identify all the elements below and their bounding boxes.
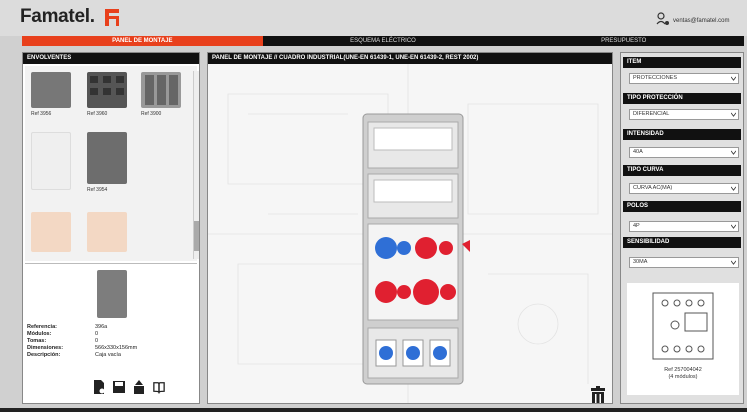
chevron-down-icon (731, 186, 736, 191)
chevron-down-icon (731, 224, 736, 229)
enclosure-item[interactable] (31, 212, 79, 252)
select-item[interactable]: PROTECCIONES (629, 73, 739, 84)
detail-value: 396a (95, 324, 108, 330)
enclosure-item[interactable]: Ref 3900 (141, 72, 189, 117)
tab-presupuesto[interactable]: PRESUPUESTO (503, 36, 745, 46)
detail-value: 0 (95, 338, 99, 344)
enclosure-label: Ref 3956 (31, 111, 52, 117)
select-value: DIFERENCIAL (633, 111, 670, 117)
montaje-title: PANEL DE MONTAJE // CUADRO INDUSTRIAL(UN… (208, 53, 612, 64)
detail-key: Referencia: (27, 324, 57, 330)
book-icon[interactable] (153, 380, 165, 394)
preview-modules: (4 módulos) (668, 374, 698, 380)
enclosure-sockets-graphic (90, 76, 124, 95)
enclosure-detail-image (97, 270, 127, 318)
enclosure-item[interactable] (31, 132, 79, 190)
field-label-tipo-proteccion: TIPO PROTECCIÓN (623, 93, 741, 104)
envolventes-panel: ENVOLVENTES Ref 3956 Ref 3960 Ref 3900 R… (22, 52, 200, 404)
enclosure-label: Ref 3954 (87, 187, 108, 193)
product-preview[interactable]: Ref 257004042 (4 módulos) (627, 283, 739, 395)
enclosure-image (141, 72, 181, 108)
breaker-preview-graphic (652, 292, 714, 360)
select-polos[interactable]: 4P (629, 221, 739, 232)
detail-value: Caja vacía (95, 352, 121, 358)
enclosure-detail: Referencia: 396a Módulos: 0 Tomas: 0 Dimens… (25, 263, 197, 401)
brand-logo[interactable]: Famatel. (20, 6, 95, 28)
enclosure-image (87, 132, 127, 184)
options-panel: ITEM PROTECCIONES TIPO PROTECCIÓN DIFERE… (620, 52, 744, 404)
select-value: CURVA AC(MA) (633, 185, 673, 191)
montaje-panel: PANEL DE MONTAJE // CUADRO INDUSTRIAL(UN… (207, 52, 613, 404)
preview-reference: Ref 257004042 (664, 367, 702, 373)
select-value: 40A (633, 149, 643, 155)
select-tipo-proteccion[interactable]: DIFERENCIAL (629, 109, 739, 120)
montaje-canvas[interactable] (208, 64, 612, 403)
field-label-sensibilidad: SENSIBILIDAD (623, 237, 741, 248)
user-email[interactable]: ventas@famatel.com (673, 18, 729, 24)
brand-mark-icon (105, 9, 119, 26)
preview-caption: Ref 257004042 (4 módulos) (627, 367, 739, 381)
select-sensibilidad[interactable]: 30mA (629, 257, 739, 268)
field-label-polos: POLOS (623, 201, 741, 212)
field-label-intensidad: INTENSIDAD (623, 129, 741, 140)
chevron-down-icon (731, 76, 736, 81)
chevron-down-icon (731, 150, 736, 155)
select-value: 30mA (633, 259, 648, 265)
upload-icon[interactable] (133, 380, 145, 394)
document-add-icon[interactable] (93, 380, 105, 394)
enclosure-label: Ref 3960 (87, 111, 108, 117)
select-intensidad[interactable]: 40A (629, 147, 739, 158)
field-label-item: ITEM (623, 57, 741, 68)
header: Famatel. ventas@famatel.com (0, 0, 747, 36)
detail-value: 0 (95, 331, 99, 337)
blueprint-background (208, 64, 612, 403)
enclosure-item[interactable]: Ref 3960 (87, 72, 135, 117)
field-label-tipo-curva: TIPO CURVA (623, 165, 741, 176)
enclosure-label: Ref 3900 (141, 111, 162, 117)
enclosure-scrollbar[interactable] (193, 71, 199, 259)
main-tabs: PANEL DE MONTAJE ESQUEMA ELÉCTRICO PRESU… (22, 36, 745, 46)
select-tipo-curva[interactable]: CURVA AC(MA) (629, 183, 739, 194)
enclosure-assembly (362, 113, 470, 385)
envolventes-title: ENVOLVENTES (23, 53, 199, 64)
detail-key: Dimensiones: (27, 345, 64, 351)
chevron-down-icon (731, 260, 736, 265)
enclosure-grid: Ref 3956 Ref 3960 Ref 3900 Ref 3954 (25, 66, 197, 261)
enclosure-image (31, 212, 71, 252)
detail-key: Tomas: (27, 338, 47, 344)
enclosure-item[interactable]: Ref 3956 (31, 72, 79, 117)
select-value: 4P (633, 223, 640, 229)
enclosure-image (31, 132, 71, 190)
detail-key: Módulos: (27, 331, 52, 337)
enclosure-image (87, 212, 127, 252)
detail-key: Descripción: (27, 352, 61, 358)
chevron-down-icon (731, 112, 736, 117)
enclosure-columns-graphic (145, 75, 178, 105)
enclosure-detail-rows: Referencia: 396a Módulos: 0 Tomas: 0 Dimens… (27, 324, 137, 359)
scrollbar-thumb[interactable] (194, 221, 199, 251)
enclosure-image (31, 72, 71, 108)
detail-actions (93, 380, 165, 394)
tab-esquema-electrico[interactable]: ESQUEMA ELÉCTRICO (262, 36, 504, 46)
footer-bar (0, 408, 747, 412)
detail-value: 566x330x156mm (95, 345, 138, 351)
user-icon[interactable] (656, 12, 670, 26)
trash-icon[interactable] (590, 386, 606, 404)
select-value: PROTECCIONES (633, 75, 678, 81)
enclosure-item[interactable] (87, 212, 135, 252)
enclosure-item[interactable]: Ref 3954 (87, 132, 135, 193)
enclosure-image (87, 72, 127, 108)
save-icon[interactable] (113, 380, 125, 394)
tab-panel-de-montaje[interactable]: PANEL DE MONTAJE (22, 36, 263, 46)
